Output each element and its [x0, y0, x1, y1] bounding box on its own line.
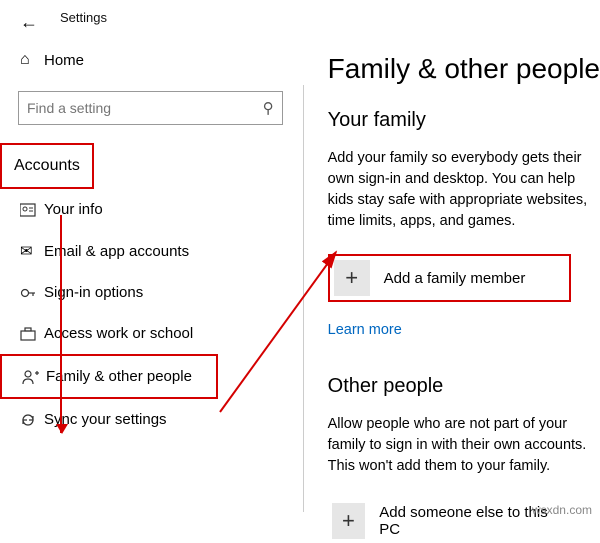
- add-family-member-label: Add a family member: [384, 270, 526, 287]
- page-title: Family & other people: [328, 53, 600, 85]
- sidebar-item-label: Email & app accounts: [44, 243, 189, 260]
- plus-icon: +: [332, 503, 366, 539]
- search-field[interactable]: ⚲: [18, 91, 283, 125]
- briefcase-icon: [20, 327, 44, 341]
- sidebar-home[interactable]: ⌂ Home: [0, 43, 303, 77]
- sidebar-item-label: Sign-in options: [44, 284, 143, 301]
- sidebar-home-label: Home: [44, 52, 84, 69]
- search-input[interactable]: [27, 100, 263, 116]
- your-family-heading: Your family: [328, 109, 600, 132]
- window-title: Settings: [0, 0, 600, 35]
- add-family-member-button[interactable]: + Add a family member: [328, 254, 572, 302]
- watermark: wsxdn.com: [532, 503, 592, 517]
- sidebar-item-label: Family & other people: [46, 368, 192, 385]
- sidebar-item-label: Your info: [44, 201, 103, 218]
- search-icon: ⚲: [263, 99, 274, 117]
- your-family-description: Add your family so everybody gets their …: [328, 148, 600, 232]
- sidebar-item-your-info[interactable]: Your info: [0, 189, 303, 230]
- annotation-arrow-down: [60, 215, 62, 433]
- annotation-arrow-diagonal: [220, 240, 360, 420]
- back-icon[interactable]: ←: [15, 8, 43, 36]
- sidebar-section-accounts: Accounts: [0, 143, 94, 189]
- key-icon: [20, 285, 44, 301]
- people-plus-icon: [22, 369, 46, 385]
- sync-icon: [20, 412, 44, 428]
- sidebar-item-family-other-people[interactable]: Family & other people: [0, 354, 218, 399]
- sidebar-item-label: Access work or school: [44, 325, 193, 342]
- other-people-heading: Other people: [328, 375, 600, 398]
- person-card-icon: [20, 203, 44, 217]
- other-people-description: Allow people who are not part of your fa…: [328, 414, 600, 477]
- mail-icon: ✉: [20, 242, 44, 260]
- home-icon: ⌂: [20, 51, 44, 69]
